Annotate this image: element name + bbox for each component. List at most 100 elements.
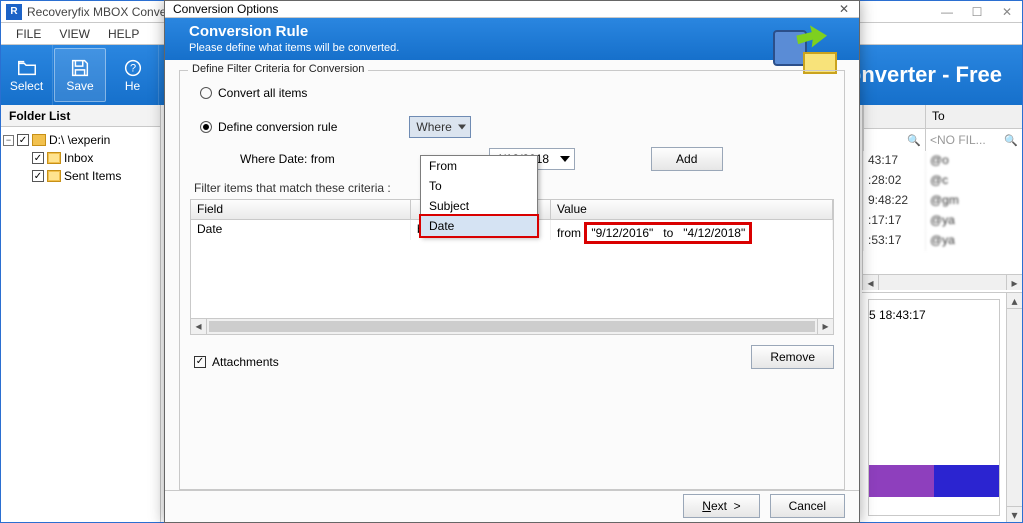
- conversion-options-dialog: Conversion Options ✕ Conversion Rule Ple…: [164, 0, 860, 523]
- banner-subtitle: Please define what items will be convert…: [189, 42, 399, 54]
- mailbox-icon: [47, 152, 61, 164]
- col-field[interactable]: Field: [191, 200, 411, 219]
- app-title: Recoveryfix MBOX Conve: [27, 5, 166, 19]
- menu-help[interactable]: HELP: [108, 27, 139, 41]
- group-legend: Define Filter Criteria for Conversion: [188, 63, 368, 75]
- inbox-label: Inbox: [64, 151, 93, 165]
- dropdown-option-subject[interactable]: Subject: [421, 196, 537, 216]
- save-label: Save: [66, 79, 93, 93]
- attachments-checkbox[interactable]: ✓: [194, 356, 206, 368]
- remove-button[interactable]: Remove: [751, 345, 834, 369]
- dialog-title-bar: Conversion Options ✕: [165, 1, 859, 18]
- scroll-left-icon[interactable]: ◂: [863, 275, 879, 290]
- app-icon: R: [6, 4, 22, 20]
- folder-list-panel: Folder List − ✓ D:\ \experin ✓ Inbox: [1, 105, 161, 522]
- criteria-scrollbar-h[interactable]: ◂ ▸: [191, 318, 833, 334]
- radio-convert-all[interactable]: Convert all items: [200, 81, 834, 105]
- where-dropdown-menu: From To Subject Date: [420, 155, 538, 237]
- preview-scrollbar-v[interactable]: ▴ ▾: [1006, 293, 1022, 522]
- caret-down-icon: [560, 156, 570, 162]
- help-icon: ?: [120, 57, 146, 79]
- mail-row[interactable]: :53:17@ya: [863, 231, 1022, 251]
- mailbox-icon: [47, 170, 61, 182]
- cell-value: from "9/12/2016" to "4/12/2018": [551, 220, 833, 240]
- scroll-right-icon[interactable]: ▸: [817, 319, 833, 334]
- maximize-button[interactable]: ☐: [962, 1, 992, 23]
- preview-colorbar: [869, 465, 999, 497]
- folder-list-title: Folder List: [1, 105, 160, 127]
- tree-root[interactable]: − ✓ D:\ \experin: [3, 131, 158, 149]
- mail-row[interactable]: 43:17@o: [863, 151, 1022, 171]
- dropdown-option-to[interactable]: To: [421, 176, 537, 196]
- mail-row[interactable]: :17:17@ya: [863, 211, 1022, 231]
- dialog-footer: Next > Cancel: [165, 490, 859, 522]
- attachments-row[interactable]: ✓ Attachments: [194, 355, 279, 369]
- menu-file[interactable]: FILE: [16, 27, 41, 41]
- svg-text:?: ?: [129, 63, 135, 75]
- minimize-button[interactable]: —: [932, 1, 962, 23]
- filter-placeholder: <NO FIL...: [930, 133, 986, 147]
- col-to[interactable]: To: [925, 105, 1022, 128]
- next-button[interactable]: Next >: [683, 494, 759, 518]
- tree-item-inbox[interactable]: ✓ Inbox: [3, 149, 158, 167]
- scroll-left-icon[interactable]: ◂: [191, 319, 207, 334]
- menu-view[interactable]: VIEW: [59, 27, 90, 41]
- radio-icon[interactable]: [200, 121, 212, 133]
- mail-filter-row: 🔍 <NO FIL... 🔍: [863, 129, 1022, 151]
- mail-rows: 43:17@o :28:02@c 9:48:22@gm :17:17@ya :5…: [863, 151, 1022, 251]
- preview-body: 5 18:43:17: [868, 299, 1000, 516]
- select-label: Select: [10, 79, 43, 93]
- dropdown-option-date[interactable]: Date: [419, 214, 539, 238]
- mail-scrollbar-h[interactable]: ◂ ▸: [863, 274, 1022, 290]
- select-tool-button[interactable]: Select: [1, 45, 53, 105]
- cancel-button[interactable]: Cancel: [770, 494, 845, 518]
- filter-cell-time[interactable]: 🔍: [863, 129, 925, 151]
- mail-row[interactable]: :28:02@c: [863, 171, 1022, 191]
- radio-icon[interactable]: [200, 87, 212, 99]
- preview-date: 5 18:43:17: [869, 308, 926, 322]
- preview-pane: 5 18:43:17 ▴ ▾: [862, 292, 1022, 522]
- collapse-icon[interactable]: −: [3, 135, 14, 146]
- tree-item-sent[interactable]: ✓ Sent Items: [3, 167, 158, 185]
- value-highlight: "9/12/2016" to "4/12/2018": [584, 222, 752, 244]
- sent-checkbox[interactable]: ✓: [32, 170, 44, 182]
- filter-cell-to[interactable]: <NO FIL... 🔍: [925, 129, 1022, 151]
- help-label: He: [125, 79, 140, 93]
- window-controls: — ☐ ✕: [932, 1, 1022, 23]
- save-icon: [67, 57, 93, 79]
- dropdown-option-from[interactable]: From: [421, 156, 537, 176]
- col-value[interactable]: Value: [551, 200, 833, 219]
- save-tool-button[interactable]: Save: [54, 48, 106, 102]
- dialog-banner: Conversion Rule Please define what items…: [165, 18, 859, 60]
- where-dropdown-button[interactable]: Where: [409, 116, 470, 138]
- scroll-down-icon[interactable]: ▾: [1007, 506, 1022, 522]
- where-dropdown-label: Where: [416, 120, 451, 134]
- radio-rule-label: Define conversion rule: [218, 120, 337, 134]
- attachments-label: Attachments: [212, 355, 279, 369]
- dialog-close-button[interactable]: ✕: [829, 2, 859, 16]
- search-icon[interactable]: 🔍: [1004, 134, 1018, 147]
- radio-all-label: Convert all items: [218, 86, 307, 100]
- inbox-checkbox[interactable]: ✓: [32, 152, 44, 164]
- root-checkbox[interactable]: ✓: [17, 134, 29, 146]
- banner-title: Conversion Rule: [189, 23, 399, 40]
- dialog-body: Define Filter Criteria for Conversion Co…: [165, 60, 859, 490]
- where-text: Where Date: from: [240, 152, 335, 166]
- folder-icon: [32, 134, 46, 146]
- radio-define-rule[interactable]: Define conversion rule Where: [200, 115, 834, 139]
- close-button[interactable]: ✕: [992, 1, 1022, 23]
- root-label: D:\ \experin: [49, 133, 110, 147]
- search-icon[interactable]: 🔍: [907, 134, 921, 147]
- caret-down-icon: [458, 124, 466, 129]
- scroll-up-icon[interactable]: ▴: [1007, 293, 1022, 309]
- sent-label: Sent Items: [64, 169, 121, 183]
- cell-field: Date: [191, 220, 411, 240]
- filter-criteria-group: Define Filter Criteria for Conversion Co…: [179, 70, 845, 490]
- folder-tree: − ✓ D:\ \experin ✓ Inbox ✓ Sent Items: [1, 127, 160, 189]
- scroll-right-icon[interactable]: ▸: [1006, 275, 1022, 290]
- mail-row[interactable]: 9:48:22@gm: [863, 191, 1022, 211]
- help-tool-button[interactable]: ? He: [107, 45, 159, 105]
- brand-text: Converter - Free: [832, 45, 1022, 105]
- mail-column-header: To: [863, 105, 1022, 129]
- add-button[interactable]: Add: [651, 147, 723, 171]
